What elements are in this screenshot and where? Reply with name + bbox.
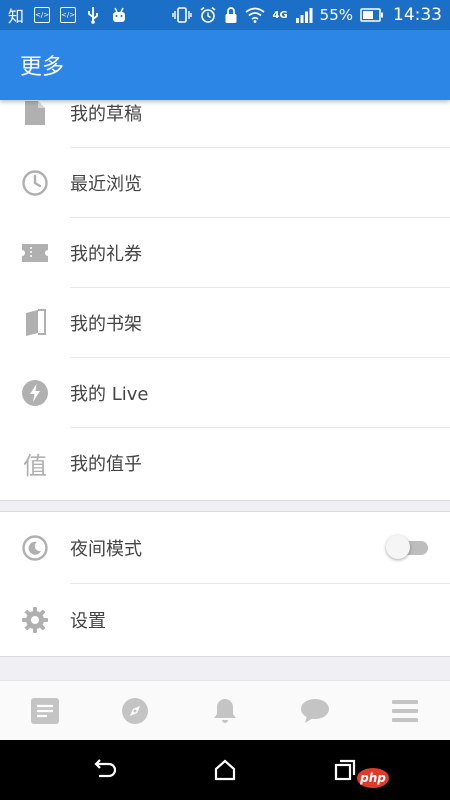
- android-icon: [113, 7, 126, 22]
- lock-icon: [225, 7, 237, 23]
- compass-icon: [122, 697, 148, 724]
- clock-icon: [20, 168, 50, 198]
- moon-icon: [20, 533, 50, 563]
- wifi-icon: [245, 7, 266, 23]
- toggle-knob: [386, 535, 410, 559]
- menu-item-label: 我的 Live: [70, 384, 149, 405]
- menu-item-label: 我的礼券: [70, 244, 142, 265]
- php-watermark: php: [357, 768, 389, 788]
- menu-item-settings[interactable]: 设置: [0, 584, 450, 656]
- menu-item-recent[interactable]: 最近浏览: [0, 148, 450, 218]
- menu-item-live[interactable]: 我的 Live: [0, 358, 450, 428]
- menu-item-bookshelf[interactable]: 我的书架: [0, 288, 450, 358]
- section-separator: [0, 500, 450, 512]
- zhihu-notification-icon: 知: [8, 7, 25, 26]
- nav-notifications[interactable]: [195, 681, 255, 741]
- network-type-label: 4G: [272, 9, 288, 21]
- back-icon: [94, 759, 117, 778]
- code-notification-icon-2: </>: [60, 7, 77, 23]
- chat-bubble-icon: [301, 698, 329, 723]
- lightning-icon: [20, 378, 50, 408]
- nav-feed[interactable]: [15, 681, 75, 741]
- menu-item-label: 我的草稿: [70, 104, 142, 125]
- battery-icon: [360, 8, 383, 22]
- signal-icon: [295, 8, 313, 23]
- system-back-button[interactable]: [90, 755, 120, 785]
- menu-item-zhihu[interactable]: 值 我的值乎: [0, 428, 450, 498]
- menu-item-coupons[interactable]: 我的礼券: [0, 218, 450, 288]
- menu-item-label: 夜间模式: [70, 539, 142, 560]
- usb-icon: [88, 7, 98, 24]
- menu-item-label: 我的值乎: [70, 454, 142, 475]
- gear-icon: [20, 605, 50, 635]
- bell-icon: [214, 698, 236, 723]
- menu-item-label: 我的书架: [70, 314, 142, 335]
- nav-explore[interactable]: [105, 681, 165, 741]
- list-footer-area: [0, 656, 450, 680]
- menu-icon: [392, 699, 418, 722]
- system-recents-button[interactable]: [330, 755, 360, 785]
- menu-list: 我的草稿 最近浏览 我的礼券 我的书架 我的 Live 值 我的值乎 夜间模式 …: [0, 100, 450, 680]
- menu-item-drafts[interactable]: 我的草稿: [0, 100, 450, 148]
- vibrate-icon: [172, 7, 193, 23]
- system-home-button[interactable]: [210, 755, 240, 785]
- book-icon: [20, 308, 50, 338]
- bottom-navigation: [0, 680, 450, 740]
- menu-item-night-mode: 夜间模式: [0, 512, 450, 584]
- feed-icon: [31, 697, 59, 724]
- menu-item-label: 设置: [70, 611, 106, 632]
- code-notification-icon: </>: [34, 7, 51, 23]
- battery-percent: 55%: [319, 6, 353, 24]
- night-mode-toggle[interactable]: [386, 535, 428, 559]
- nav-more[interactable]: [375, 681, 435, 741]
- document-icon: [20, 100, 50, 128]
- menu-item-label: 最近浏览: [70, 174, 142, 195]
- home-icon: [214, 759, 236, 781]
- alarm-icon: [200, 6, 216, 23]
- zhihu-value-icon: 值: [23, 451, 47, 480]
- recents-icon: [334, 759, 356, 781]
- status-bar: 知 </> </> 4G 55% 14:33: [0, 0, 450, 30]
- app-bar: 更多: [0, 30, 450, 100]
- page-title: 更多: [20, 55, 65, 80]
- coupon-icon: [20, 238, 50, 268]
- clock-time: 14:33: [393, 5, 442, 25]
- nav-messages[interactable]: [285, 681, 345, 741]
